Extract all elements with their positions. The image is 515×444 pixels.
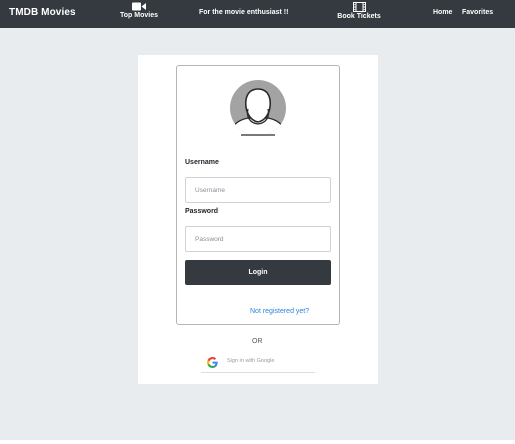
nav-favorites-link[interactable]: Favorites (462, 9, 493, 16)
login-card: Username Password Login Not registered y… (176, 65, 340, 325)
login-button[interactable]: Login (185, 260, 331, 285)
password-label: Password (185, 208, 219, 215)
footer-strip (0, 440, 515, 444)
google-signin-button[interactable]: Sign in with Google (201, 352, 315, 373)
video-camera-icon (132, 2, 146, 11)
google-g-icon (207, 357, 218, 368)
google-signin-label: Sign in with Google (227, 358, 275, 364)
nav-book-tickets-label: Book Tickets (337, 13, 381, 20)
nav-top-movies-label: Top Movies (120, 12, 158, 19)
or-divider-text: OR (252, 338, 263, 345)
username-label: Username (185, 159, 219, 166)
brand-logo[interactable]: TMDB Movies (9, 7, 76, 18)
top-navbar: TMDB Movies Top Movies For the movie ent… (0, 0, 515, 28)
nav-book-tickets[interactable]: Book Tickets (334, 2, 384, 20)
nav-home-link[interactable]: Home (433, 9, 452, 16)
film-icon (352, 2, 366, 12)
register-link[interactable]: Not registered yet? (250, 308, 309, 315)
user-avatar-icon (230, 80, 286, 136)
site-tagline: For the movie enthusiast !! (199, 9, 289, 16)
username-input[interactable] (185, 177, 331, 203)
password-input[interactable] (185, 226, 331, 252)
nav-top-movies[interactable]: Top Movies (118, 2, 160, 19)
